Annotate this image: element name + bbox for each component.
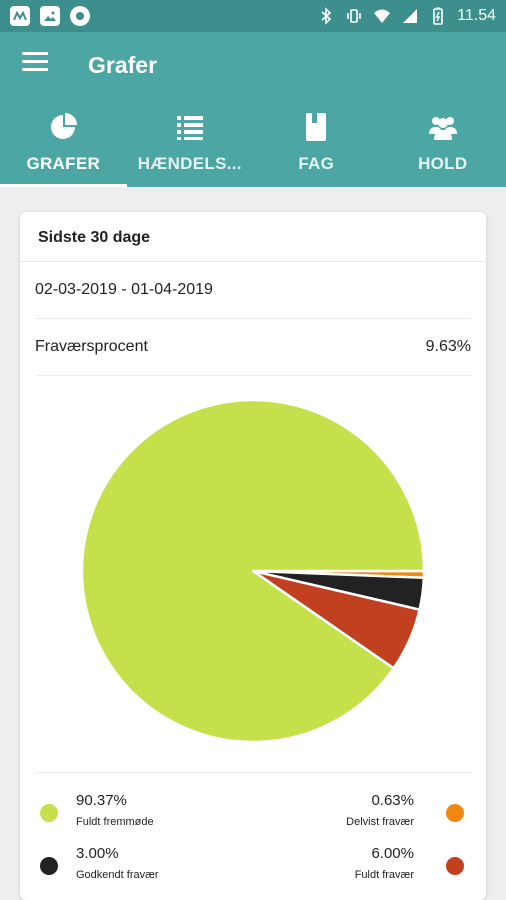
legend-item-fuldt-fremmode: 90.37% Fuldt fremmøde [40,792,260,828]
legend-label: Delvist fravær [346,816,414,828]
legend-percent: 3.00% [76,845,119,862]
legend-label: Fuldt fremmøde [76,816,154,828]
legend-percent: 6.00% [371,845,414,862]
image-notification-icon [40,6,60,26]
pie-chart-icon [51,113,78,139]
legend-item-delvist-fravaer: 0.63% Delvist fravær [244,792,464,828]
tab-grafer[interactable]: GRAFER [0,110,127,187]
pie-chart [20,376,486,776]
tab-label: FAG [298,154,335,173]
bluetooth-icon [321,7,332,25]
wifi-icon [374,9,391,23]
tab-label: HÆNDELS... [137,154,242,173]
tab-haendelser[interactable]: HÆNDELS... [127,110,254,187]
legend-label: Godkendt fravær [76,869,159,881]
absence-value: 9.63% [425,338,471,355]
legend-dot [40,804,58,822]
tab-bar: GRAFER HÆNDELS... FAG HOLD [0,110,506,187]
vibrate-icon [347,9,361,23]
divider [35,772,471,773]
battery-icon [433,7,443,25]
date-range: 02-03-2019 - 01-04-2019 [35,281,213,298]
card-title: Sidste 30 dage [20,212,486,262]
status-clock: 11.54 [457,7,496,24]
tab-hold[interactable]: HOLD [380,110,506,187]
tab-label: HOLD [418,154,468,173]
app-bar: Grafer GRAFER HÆNDELS... FAG HOLD [0,32,506,187]
legend-dot [446,857,464,875]
tab-fag[interactable]: FAG [253,110,380,187]
legend-percent: 0.63% [371,792,414,809]
group-icon [428,117,457,140]
absence-row: Fraværsprocent 9.63% [35,319,471,376]
tab-label: GRAFER [26,154,101,173]
signal-icon [403,9,418,23]
pie-slice-fuldt-fremm-de[interactable] [80,398,426,744]
legend-percent: 90.37% [76,792,127,809]
app-notification-icon [10,6,30,26]
stats-card: Sidste 30 dage 02-03-2019 - 01-04-2019 F… [20,212,486,900]
date-range-row: 02-03-2019 - 01-04-2019 [35,262,471,319]
status-bar: 11.54 [0,0,506,32]
book-icon [306,113,327,141]
absence-label: Fraværsprocent [35,338,148,355]
legend-item-fuldt-fravaer: 6.00% Fuldt fravær [244,845,464,881]
legend-label: Fuldt fravær [354,869,414,881]
legend-dot [446,804,464,822]
sync-notification-icon [70,6,90,26]
menu-button[interactable] [22,52,48,76]
legend-item-godkendt-fravaer: 3.00% Godkendt fravær [40,845,260,881]
page-title: Grafer [88,52,158,78]
legend-dot [40,857,58,875]
list-icon [176,116,203,140]
